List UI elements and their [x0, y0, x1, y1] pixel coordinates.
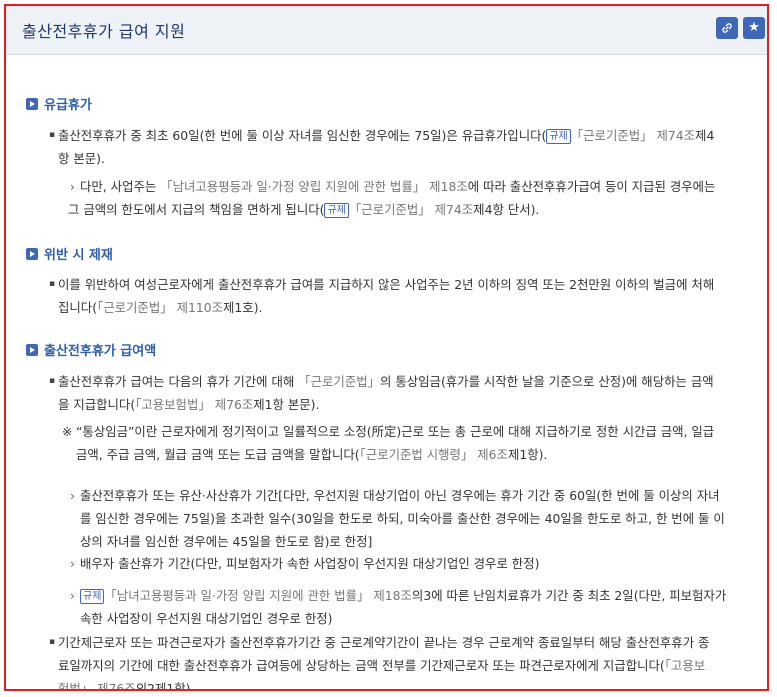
law-link[interactable]: 「근로기준법」 제110조	[97, 300, 223, 315]
note-ordinary-wage: ※ “통상임금”이란 근로자에게 정기적이고 일률적으로 소정(所定)근로 또는 …	[62, 420, 761, 466]
law-link[interactable]: 「근로기준법」 제74조	[349, 202, 473, 217]
paragraph-paid-leave-exception: 다만, 사업주는 「남녀고용평등과 일·가정 양립 지원에 관한 법률」 제18…	[68, 175, 760, 221]
paragraph-paid-leave: 출산전후휴가 중 최초 60일(한 번에 둘 이상 자녀를 임신한 경우에는 7…	[49, 124, 758, 170]
section-heading-benefit-amount: 출산전후휴가 급여액	[26, 340, 156, 359]
regulation-badge[interactable]: 규제	[80, 589, 105, 604]
law-link[interactable]: 「남녀고용평등과 일·가정 양립 지원에 관한 법률」 제18조	[160, 179, 468, 194]
section-heading-paid-leave: 유급휴가	[26, 94, 92, 113]
star-icon[interactable]: ★	[743, 17, 765, 39]
content-frame: 출산전후휴가 급여 지원 ★ 유급휴가 출산전후휴가 중 최초 60일(한 번에…	[4, 4, 769, 691]
paragraph-penalty: 이를 위반하여 여성근로자에게 출산전후휴가 급여를 지급하지 않은 사업주는 …	[49, 273, 763, 319]
list-item-infertility-leave-period: 규제「남녀고용평등과 일·가정 양립 지원에 관한 법률」 제18조의3에 따른…	[70, 584, 763, 630]
law-link[interactable]: 「고용보험법」 제76조	[135, 397, 253, 412]
law-link-continued[interactable]: 험법」 제76조	[58, 681, 136, 689]
header-bar: 출산전후휴가 급여 지원 ★	[6, 6, 767, 55]
list-item-spouse-leave-period: 배우자 출산휴가 기간(다만, 피보험자가 속한 사업장이 우선지원 대상기업인…	[70, 552, 763, 575]
section-heading-penalty: 위반 시 제재	[26, 244, 113, 263]
section-bullet-icon	[26, 98, 38, 110]
paragraph-benefit-amount: 출산전후휴가 급여는 다음의 휴가 기간에 대해 「근로기준법」의 통상임금(휴…	[49, 370, 763, 416]
regulation-badge[interactable]: 규제	[324, 203, 349, 218]
law-link[interactable]: 「근로기준법 시행령」 제6조	[360, 447, 508, 462]
law-link[interactable]: 「남녀고용평등과 일·가정 양립 지원에 관한 법률」 제18조	[104, 588, 412, 603]
page-title: 출산전후휴가 급여 지원	[22, 22, 186, 41]
law-link[interactable]: 「고용보	[665, 658, 705, 673]
note-mark: ※	[62, 424, 73, 439]
section-bullet-icon	[26, 344, 38, 356]
list-item-maternity-leave-period: 출산전후휴가 또는 유산·사산휴가 기간[다만, 우선지원 대상기업이 아닌 경…	[70, 484, 763, 553]
law-link[interactable]: 「근로기준법」 제74조	[571, 128, 695, 143]
regulation-badge[interactable]: 규제	[546, 129, 571, 144]
law-link[interactable]: 「근로기준법」	[298, 374, 380, 389]
paragraph-fixed-term-workers: 기간제근로자 또는 파견근로자가 출산전후휴가기간 중 근로계약기간이 끝나는 …	[49, 631, 763, 689]
link-icon[interactable]	[716, 17, 738, 39]
section-bullet-icon	[26, 248, 38, 260]
